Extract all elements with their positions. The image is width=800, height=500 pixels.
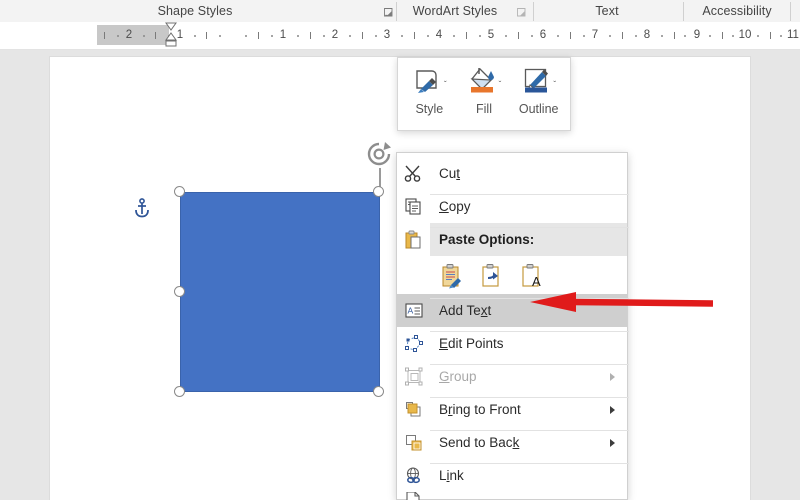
word-window: Shape Styles WordArt Styles Text Accessi… (0, 0, 800, 500)
edit-points-icon (397, 334, 430, 353)
ruler-tick-label: 3 (383, 29, 391, 41)
svg-text:A: A (407, 306, 413, 316)
context-menu-label: Paste Options: (439, 232, 535, 247)
ribbon-group-label-strip: Shape Styles WordArt Styles Text Accessi… (0, 0, 800, 23)
rotate-handle-icon[interactable] (364, 139, 394, 169)
object-anchor-icon (133, 198, 151, 218)
context-menu-label: Add Text (439, 303, 492, 318)
paste-options-row[interactable]: A (397, 256, 627, 294)
mini-toolbar-style-button[interactable]: ˇ Style (402, 63, 457, 130)
context-menu-label: Cut (439, 166, 461, 181)
outline-pen-icon (521, 65, 551, 100)
ribbon-separator (790, 2, 791, 21)
ribbon-group-shape-styles[interactable]: Shape Styles (0, 0, 390, 22)
ruler-tick-label: 5 (487, 29, 495, 41)
submenu-arrow-icon[interactable] (610, 405, 615, 414)
ruler-tick-label: 1 (279, 29, 287, 41)
ribbon-group-label: Accessibility (702, 4, 772, 18)
context-menu-label: Link (439, 468, 464, 483)
paste-merge-formatting-icon[interactable] (479, 261, 505, 289)
shape-style-icon (412, 65, 442, 100)
submenu-arrow-icon (610, 372, 615, 381)
ruler-tick-label: 9 (693, 29, 701, 41)
shape-context-menu[interactable]: Cut Copy Paste Options: A A Add Text Edi… (396, 152, 629, 500)
mini-toolbar-fill-button[interactable]: ˇ Fill (457, 63, 512, 130)
send-to-back-icon (397, 433, 430, 452)
clipboard-icon (397, 223, 430, 256)
ruler-tick-label: 10 (738, 29, 752, 41)
ruler-indent-marker[interactable] (163, 22, 179, 54)
ribbon-separator (533, 2, 534, 21)
ruler-tick-label: 11 (787, 29, 799, 41)
context-menu-label: Copy (439, 199, 471, 214)
resize-handle-bottom-left[interactable] (174, 386, 185, 397)
context-menu-item-partial[interactable] (397, 492, 627, 500)
ribbon-group-accessibility[interactable]: Accessibility (687, 0, 787, 22)
ruler-tick-label: 7 (591, 29, 599, 41)
ruler-tick-label: 2 (125, 29, 133, 41)
selected-rectangle-shape[interactable] (180, 192, 380, 392)
new-comment-icon (397, 492, 430, 500)
resize-handle-top-left[interactable] (174, 186, 185, 197)
add-text-icon: A (397, 301, 430, 320)
style-dropdown-chevron-icon[interactable]: ˇ (444, 81, 447, 89)
context-menu-label: Send to Back (439, 435, 520, 450)
copy-icon (397, 197, 430, 216)
mini-toolbar-outline-button[interactable]: ˇ Outline (511, 63, 566, 130)
fill-bucket-icon (467, 65, 497, 100)
ribbon-separator (683, 2, 684, 21)
ribbon-group-text[interactable]: Text (537, 0, 677, 22)
ribbon-group-label: Text (595, 4, 619, 18)
outline-dropdown-chevron-icon[interactable]: ˇ (553, 81, 556, 89)
ribbon-separator (396, 2, 397, 21)
submenu-arrow-icon[interactable] (610, 438, 615, 447)
ribbon-group-wordart-styles[interactable]: WordArt Styles (400, 0, 510, 22)
wordart-styles-dialog-launcher-icon[interactable] (516, 5, 527, 17)
ribbon-group-label: Shape Styles (157, 4, 233, 18)
paste-keep-text-only-icon[interactable]: A (519, 261, 545, 289)
ruler-tick-label: 2 (331, 29, 339, 41)
ruler-tick-marks: 2 1 1 2 3 4 5 6 7 8 9 10 11 (0, 22, 800, 49)
horizontal-ruler[interactable]: 2 1 1 2 3 4 5 6 7 8 9 10 11 (0, 22, 800, 50)
ribbon-group-label: WordArt Styles (412, 4, 498, 18)
context-menu-item-cut[interactable]: Cut (397, 157, 627, 190)
shape-styles-dialog-launcher-icon[interactable] (383, 5, 394, 17)
context-menu-label: Edit Points (439, 336, 504, 351)
ruler-tick-label: 6 (539, 29, 547, 41)
shape-mini-toolbar[interactable]: ˇ Style ˇ Fill ˇ Outline (397, 57, 571, 131)
fill-dropdown-chevron-icon[interactable]: ˇ (499, 81, 502, 89)
mini-toolbar-label: Style (415, 102, 444, 116)
resize-handle-middle-left[interactable] (174, 286, 185, 297)
scissors-icon (397, 164, 430, 183)
context-menu-label: Group (439, 369, 477, 384)
resize-handle-top-right[interactable] (373, 186, 384, 197)
link-globe-icon (397, 466, 430, 485)
mini-toolbar-label: Fill (476, 102, 492, 116)
context-menu-label: Bring to Front (439, 402, 521, 417)
group-icon (397, 367, 430, 386)
ruler-tick-label: 4 (435, 29, 443, 41)
svg-text:A: A (532, 274, 541, 289)
mini-toolbar-label: Outline (518, 102, 559, 116)
paste-keep-source-icon[interactable] (439, 261, 465, 289)
ruler-tick-label: 8 (643, 29, 651, 41)
resize-handle-bottom-right[interactable] (373, 386, 384, 397)
bring-to-front-icon (397, 400, 430, 419)
